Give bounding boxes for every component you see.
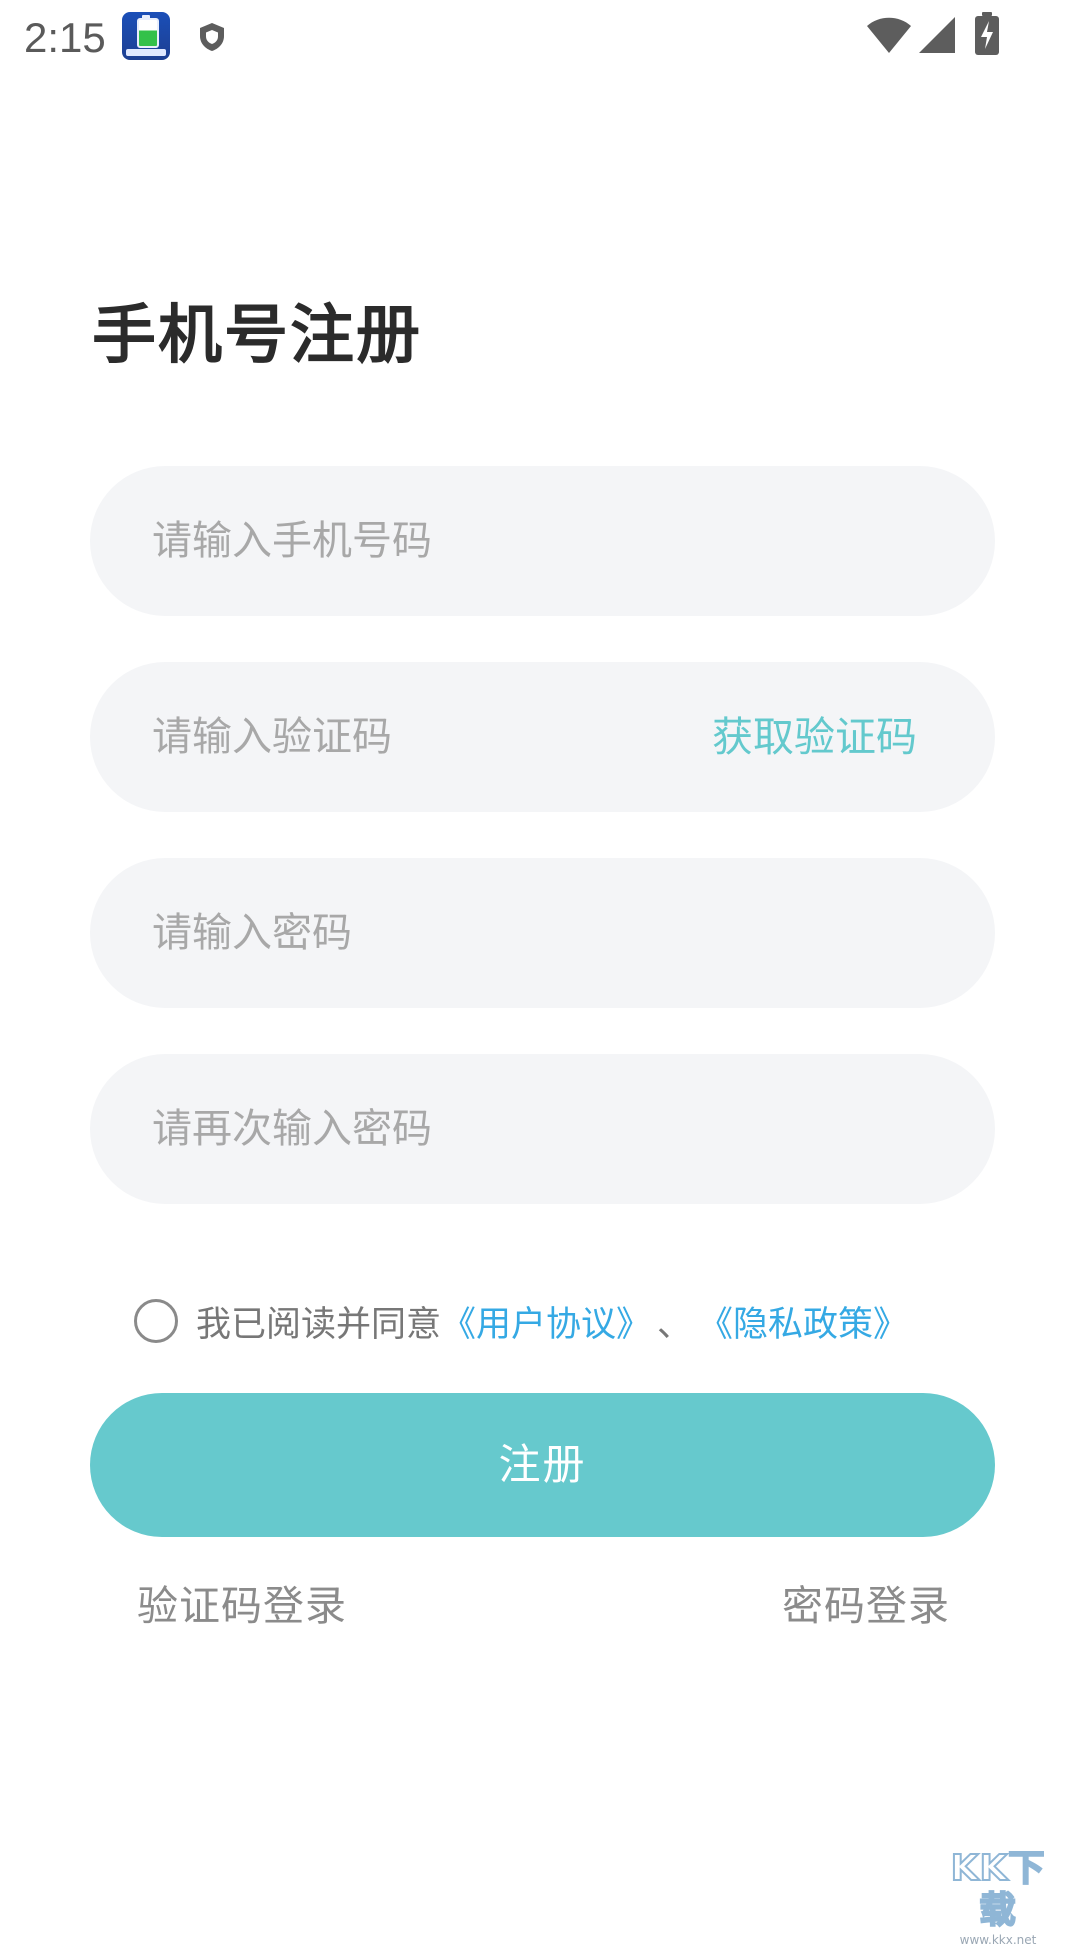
confirm-password-field (90, 1054, 995, 1204)
shield-icon (200, 23, 224, 51)
password-login-link[interactable]: 密码登录 (782, 1578, 950, 1634)
phone-input[interactable] (152, 466, 712, 616)
wifi-icon (867, 17, 911, 53)
watermark: KK下载 www.kkx.net (938, 1847, 1058, 1947)
status-bar: 2:15 (0, 0, 1080, 75)
password-field (90, 858, 995, 1008)
password-input[interactable] (152, 858, 712, 1008)
page-title: 手机号注册 (92, 299, 422, 373)
agreement-text: 我已阅读并同意 (196, 1304, 442, 1345)
signal-icon (919, 17, 955, 53)
battery-charging-icon (975, 12, 999, 55)
confirm-password-input[interactable] (152, 1054, 712, 1204)
agreement-checkbox[interactable] (134, 1299, 178, 1343)
agreement-row: 我已阅读并同意 《用户协议》 、 《隐私政策》 (134, 1292, 908, 1350)
verification-code-input[interactable] (152, 662, 712, 812)
verification-code-field: 获取验证码 (90, 662, 995, 812)
agreement-separator: 、 (657, 1304, 693, 1345)
user-agreement-link[interactable]: 《用户协议》 (441, 1296, 651, 1347)
battery-app-icon (122, 12, 170, 60)
register-button[interactable]: 注册 (90, 1393, 995, 1537)
watermark-logo: KK下载 (950, 1847, 1046, 1932)
privacy-policy-link[interactable]: 《隐私政策》 (698, 1296, 908, 1347)
get-code-button[interactable]: 获取验证码 (712, 662, 917, 812)
watermark-url: www.kkx.net (959, 1933, 1037, 1947)
status-time: 2:15 (24, 14, 106, 61)
phone-field (90, 466, 995, 616)
code-login-link[interactable]: 验证码登录 (137, 1578, 347, 1634)
